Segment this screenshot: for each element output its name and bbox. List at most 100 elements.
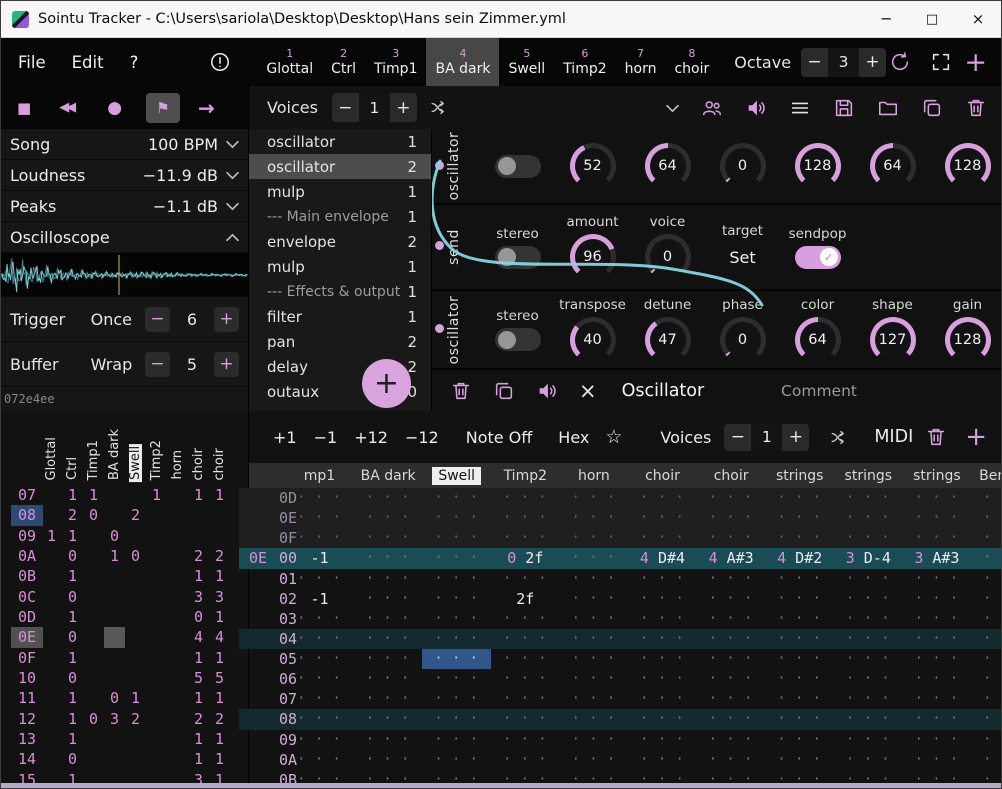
order-cell[interactable]: 3 — [188, 587, 209, 607]
unit-comment-field[interactable]: Comment — [781, 382, 857, 400]
order-cell[interactable] — [104, 607, 125, 627]
transpose-button[interactable]: −1 — [314, 428, 338, 447]
order-cell[interactable] — [41, 587, 62, 607]
pattern-cell[interactable]: · · · — [285, 508, 354, 528]
pattern-cell[interactable]: · · · — [697, 629, 766, 649]
fullscreen-icon[interactable] — [927, 51, 954, 73]
order-cell[interactable] — [146, 729, 167, 749]
pattern-voices-increment-button[interactable]: + — [782, 424, 809, 451]
unit-list-item[interactable]: oscillator1 — [249, 129, 431, 154]
pattern-cell[interactable]: · · · — [697, 528, 766, 548]
split-voices-icon[interactable] — [429, 98, 448, 117]
order-cell[interactable] — [125, 749, 146, 769]
pattern-cell[interactable]: · · · — [354, 609, 423, 629]
order-cell[interactable] — [146, 505, 167, 525]
pattern-cell[interactable]: · · · — [559, 730, 628, 750]
order-cell[interactable] — [104, 729, 125, 749]
order-cell[interactable] — [41, 688, 62, 708]
pattern-cell[interactable]: · · · — [697, 669, 766, 689]
buffer-increment-button[interactable]: + — [214, 352, 239, 377]
pattern-track-header[interactable]: Timp2 — [491, 463, 560, 488]
order-cell[interactable] — [146, 566, 167, 586]
save-instrument-icon[interactable] — [833, 97, 855, 119]
pattern-cell[interactable]: · · · — [422, 589, 491, 609]
pattern-cell[interactable]: · · · — [902, 709, 971, 729]
order-cell[interactable]: 1 — [104, 546, 125, 566]
follow-toggle[interactable]: ⚑ — [146, 93, 180, 123]
mute-speaker-icon[interactable] — [745, 97, 767, 119]
order-cell[interactable]: 5 — [209, 668, 230, 688]
order-cell[interactable] — [125, 587, 146, 607]
pattern-cell[interactable]: · · · — [834, 750, 903, 770]
pattern-track-header[interactable]: mp1 — [285, 463, 354, 488]
voices-increment-button[interactable]: + — [390, 93, 417, 122]
order-cell[interactable]: 4 — [209, 627, 230, 647]
pattern-track-header[interactable]: BA dark — [354, 463, 423, 488]
menu-file[interactable]: File — [5, 38, 59, 86]
pattern-track-header[interactable]: strings — [834, 463, 903, 488]
order-cell[interactable]: 1 — [209, 729, 230, 749]
pattern-cell[interactable]: · · · — [628, 709, 697, 729]
pattern-cell[interactable]: · · · — [559, 488, 628, 508]
order-cell[interactable]: 1 — [41, 526, 62, 546]
order-cell[interactable]: 1 — [188, 566, 209, 586]
pattern-cell[interactable]: · · · — [902, 629, 971, 649]
pattern-voices-decrement-button[interactable]: − — [724, 424, 751, 451]
order-cell[interactable]: 1 — [146, 485, 167, 505]
loop-icon[interactable] — [886, 51, 913, 73]
order-track-header[interactable]: Timp1 — [83, 438, 104, 482]
signal-port[interactable] — [435, 324, 444, 333]
pattern-cell[interactable]: · · · — [354, 709, 423, 729]
order-cell[interactable]: 0 — [62, 627, 83, 647]
trigger-mode[interactable]: Once — [91, 310, 145, 329]
param-knob[interactable]: 64 — [645, 143, 691, 189]
order-track-header[interactable]: Timp2 — [146, 438, 167, 482]
order-cell[interactable]: 1 — [209, 688, 230, 708]
pattern-cell[interactable]: · · · — [491, 508, 560, 528]
pattern-cell[interactable]: · · · — [559, 589, 628, 609]
pattern-cell[interactable]: · · · — [765, 508, 834, 528]
pattern-cell[interactable]: -1 — [285, 589, 354, 609]
order-cell[interactable] — [41, 729, 62, 749]
voices-decrement-button[interactable]: − — [332, 93, 359, 122]
order-cell[interactable]: 2 — [209, 546, 230, 566]
pattern-cell[interactable]: · · · — [422, 669, 491, 689]
pattern-cell[interactable]: · · · — [628, 488, 697, 508]
menu-hamburger-icon[interactable] — [789, 97, 811, 119]
unit-list-item[interactable]: --- Effects & output1 — [249, 279, 431, 304]
pattern-cell[interactable]: · · · — [354, 569, 423, 589]
order-cell[interactable] — [104, 505, 125, 525]
pattern-cell[interactable]: · · · — [765, 528, 834, 548]
expand-instrument-icon[interactable] — [666, 98, 679, 117]
order-cell[interactable]: 1 — [188, 485, 209, 505]
order-cell[interactable] — [167, 688, 188, 708]
pattern-cell[interactable]: · · · — [491, 649, 560, 669]
unit-solo-icon[interactable] — [536, 380, 558, 402]
pattern-cell[interactable]: · · · — [971, 750, 1002, 770]
order-cell[interactable] — [83, 566, 104, 586]
pattern-cell[interactable]: · · · — [765, 750, 834, 770]
pattern-cell[interactable]: · · · — [971, 488, 1002, 508]
param-knob[interactable]: 96 — [570, 234, 616, 280]
pattern-track-header[interactable]: strings — [765, 463, 834, 488]
order-cell[interactable]: 1 — [188, 729, 209, 749]
order-cell[interactable] — [146, 709, 167, 729]
note-off-button[interactable]: Note Off — [466, 428, 533, 447]
order-cell[interactable]: 0 — [83, 505, 104, 525]
order-cell[interactable] — [167, 505, 188, 525]
stop-button[interactable]: ■ — [17, 99, 31, 117]
order-cell[interactable]: 1 — [209, 485, 230, 505]
order-cell[interactable]: 0 — [104, 526, 125, 546]
order-cell[interactable] — [41, 668, 62, 688]
octave-increment-button[interactable]: + — [859, 48, 886, 77]
order-cell[interactable] — [188, 505, 209, 525]
order-cell[interactable]: 0 — [188, 607, 209, 627]
order-cell[interactable] — [125, 607, 146, 627]
order-cell[interactable] — [188, 526, 209, 546]
pattern-cell[interactable]: · · · — [422, 548, 491, 568]
order-cell[interactable] — [146, 526, 167, 546]
order-cell[interactable] — [167, 546, 188, 566]
peaks-row[interactable]: Peaks −1.1 dB — [1, 191, 248, 222]
pattern-cell[interactable]: · · · — [971, 589, 1002, 609]
param-knob[interactable]: 64 — [795, 317, 841, 363]
